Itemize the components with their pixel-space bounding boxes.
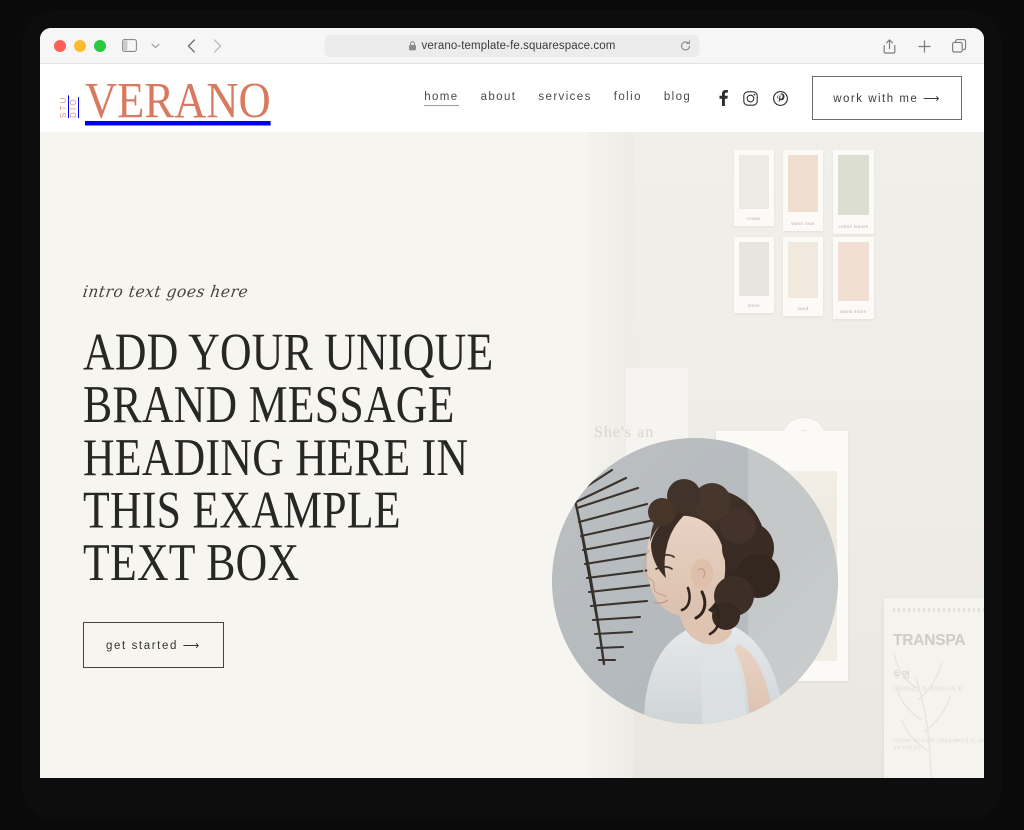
nav-item-folio[interactable]: folio <box>614 91 642 105</box>
hero-heading: ADD YOUR UNIQUE BRAND MESSAGE HEADING HE… <box>83 323 494 593</box>
reload-icon[interactable] <box>680 40 692 52</box>
browser-toolbar: verano-template-fe.squarespace.com <box>40 28 984 64</box>
site-header: STU DIO VERANO home about services folio… <box>40 64 984 132</box>
facebook-icon[interactable] <box>719 90 729 106</box>
toolbar-actions <box>876 34 972 58</box>
swatch-card: stone <box>734 237 774 313</box>
swatch-chip <box>739 155 769 209</box>
swatch-chip <box>838 242 869 301</box>
hero-section: cream warm rose cotton leaves stone sand… <box>40 132 984 778</box>
instagram-icon[interactable] <box>743 90 758 106</box>
logo-studio-mark: STU DIO <box>59 87 78 118</box>
minimize-window-button[interactable] <box>74 39 86 52</box>
swatch-chip <box>788 155 818 212</box>
back-arrow-icon[interactable] <box>178 34 204 58</box>
logo-stack-stu: STU <box>59 95 68 118</box>
social-links <box>719 90 789 106</box>
site-logo[interactable]: STU DIO VERANO <box>59 72 273 129</box>
swatch-card: cotton leaves <box>833 150 874 234</box>
swatch-card: sand <box>783 237 823 316</box>
nav-item-services[interactable]: services <box>538 91 591 105</box>
tab-overview-icon[interactable] <box>946 34 972 58</box>
logo-wordmark: VERANO <box>85 72 271 129</box>
swatch-card: warm rose <box>783 150 823 231</box>
address-bar-container: verano-template-fe.squarespace.com <box>324 35 700 57</box>
swatch-label: cotton leaves <box>838 224 869 229</box>
moodboard-quote: She's an <box>594 424 655 441</box>
webpage-content: STU DIO VERANO home about services folio… <box>40 64 984 778</box>
url-text: verano-template-fe.squarespace.com <box>421 40 616 52</box>
browser-window: verano-template-fe.squarespace.com STU D… <box>40 28 984 778</box>
logo-stack-dio: DIO <box>69 97 78 118</box>
swatch-label: warm rose <box>791 221 815 226</box>
hero-text-panel: intro text goes here ADD YOUR UNIQUE BRA… <box>40 132 588 778</box>
swatch-card: cream <box>734 150 774 226</box>
forward-arrow-icon[interactable] <box>204 34 230 58</box>
lock-icon <box>409 41 417 51</box>
primary-navigation: home about services folio blog <box>424 90 789 106</box>
swatch-label: cream <box>747 216 761 221</box>
plant-silhouette-icon <box>893 651 951 778</box>
chevron-down-icon[interactable] <box>142 34 168 58</box>
maximize-window-button[interactable] <box>94 39 106 52</box>
nav-item-home[interactable]: home <box>424 91 459 106</box>
swatch-chip <box>788 242 818 298</box>
hero-copy: intro text goes here ADD YOUR UNIQUE BRA… <box>81 282 553 668</box>
work-with-me-button[interactable]: work with me ⟶ <box>812 76 962 120</box>
get-started-button[interactable]: get started ⟶ <box>83 622 224 668</box>
pinterest-icon[interactable] <box>773 90 789 106</box>
plus-icon[interactable] <box>911 34 937 58</box>
swatch-card: warm stone <box>833 237 874 319</box>
portrait-illustration <box>552 438 838 724</box>
window-controls <box>54 39 106 52</box>
nav-item-about[interactable]: about <box>481 91 517 105</box>
hero-intro-text: intro text goes here <box>81 282 250 301</box>
portrait-avatar <box>552 438 838 724</box>
swatch-label: stone <box>747 303 761 308</box>
sidebar-toggle-icon[interactable] <box>116 34 142 58</box>
swatch-chip <box>739 242 769 296</box>
swatch-label: warm stone <box>840 309 867 314</box>
address-bar[interactable]: verano-template-fe.squarespace.com <box>324 35 700 57</box>
close-window-button[interactable] <box>54 39 66 52</box>
swatch-chip <box>838 155 869 215</box>
share-icon[interactable] <box>876 34 902 58</box>
swatch-label: sand <box>797 306 809 311</box>
nav-item-blog[interactable]: blog <box>664 91 691 105</box>
navigation-controls <box>116 34 230 58</box>
